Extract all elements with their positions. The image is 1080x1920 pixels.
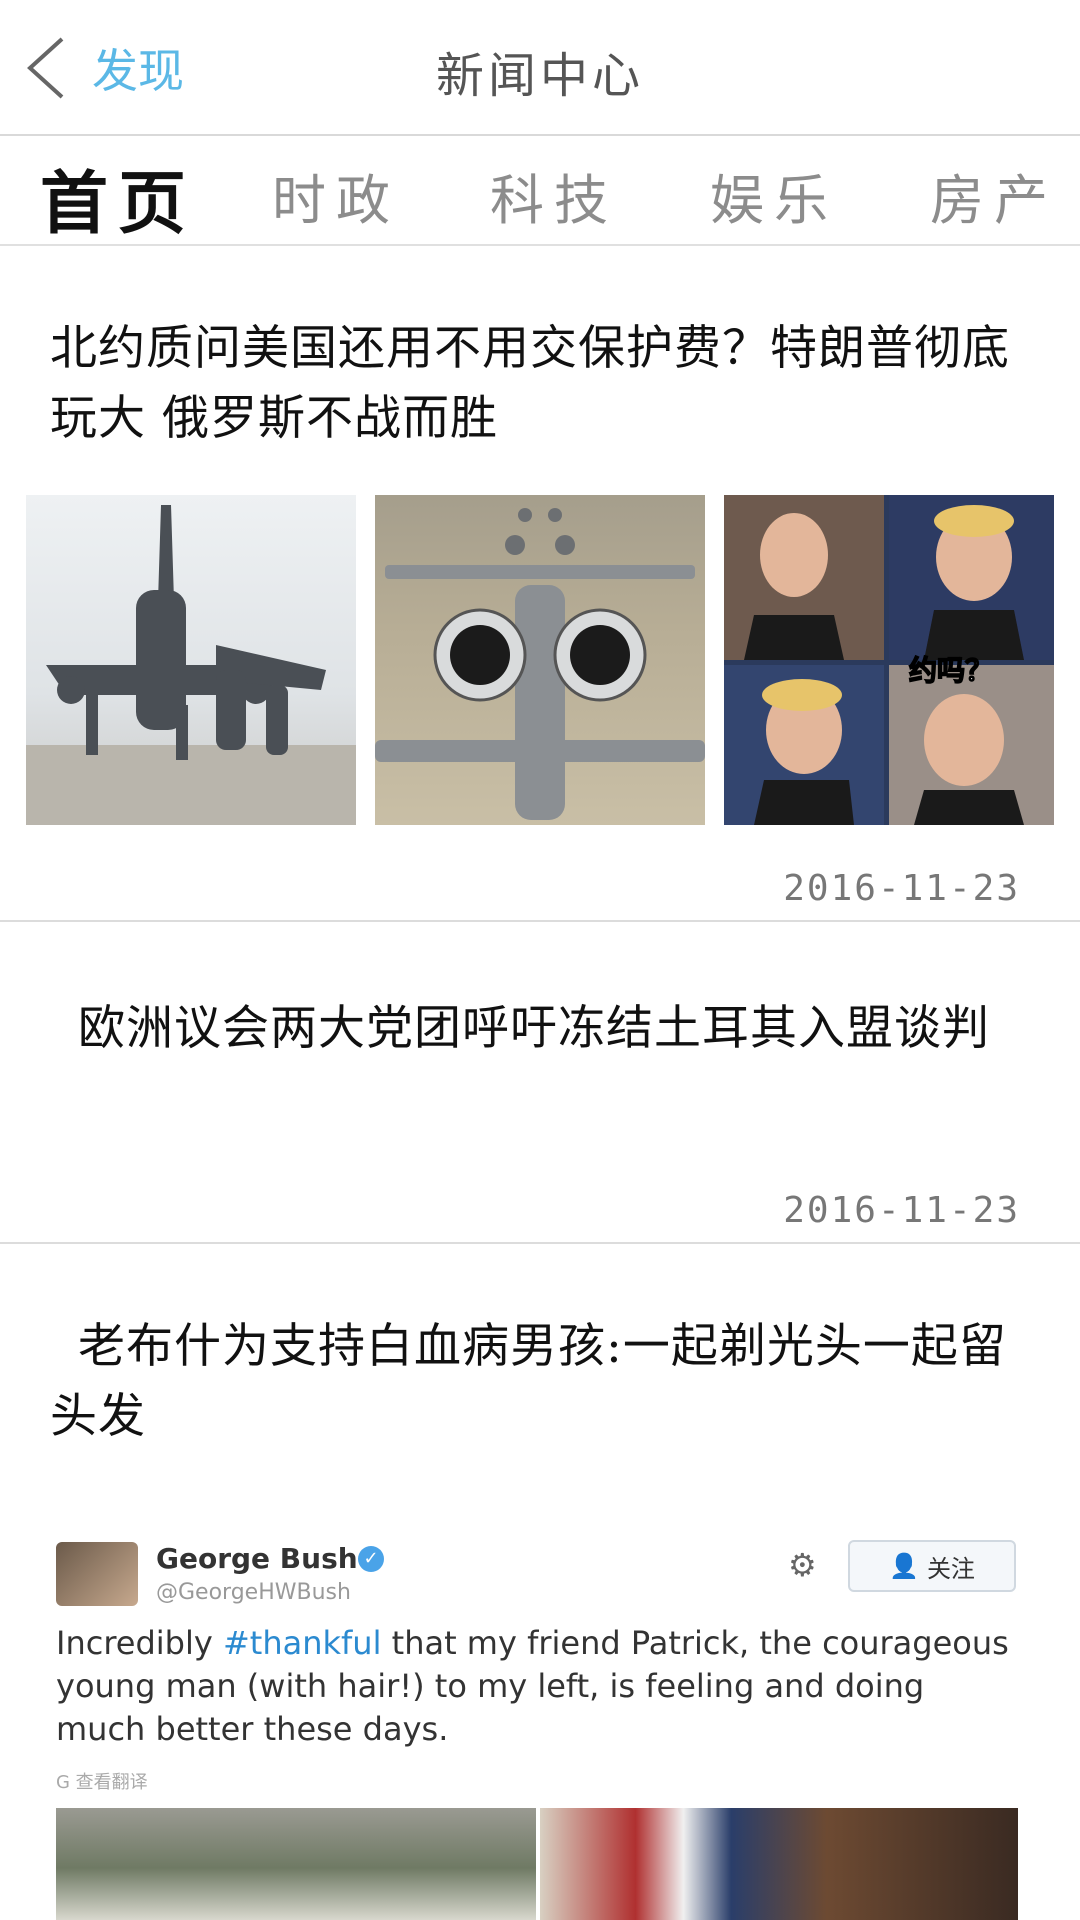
tab-politics[interactable]: 时政 [272, 156, 400, 235]
tab-tech[interactable]: 科技 [490, 156, 618, 235]
news-headline: 老布什为支持白血病男孩:一起剃光头一起留头发 [50, 1319, 1007, 1444]
avatar [56, 1542, 138, 1606]
tweet-screenshot: George Bush ✓ @GeorgeHWBush ⚙ 👤 关注 Incre… [48, 1520, 1028, 1920]
follow-button: 👤 关注 [848, 1540, 1016, 1592]
news-thumbnails: 约吗？ [26, 495, 1054, 825]
news-date: 2016-11-23 [783, 868, 1020, 909]
tweet-author-handle: @GeorgeHWBush [156, 1580, 351, 1605]
follow-label: 关注 [926, 1554, 975, 1583]
page-title: 新闻中心 [435, 48, 644, 104]
tab-real-estate[interactable]: 房产 [930, 156, 1058, 235]
tweet-author-name: George Bush [156, 1542, 358, 1575]
add-user-icon: 👤 [889, 1552, 919, 1580]
fighter-jets-image [26, 495, 356, 825]
tweet-text: Incredibly #thankful that my friend Patr… [56, 1622, 1016, 1751]
tweet-photo [56, 1808, 536, 1920]
leaders-meme-image: 约吗？ [724, 495, 1054, 825]
translate-link: G 查看翻译 [56, 1768, 148, 1794]
tab-entertainment[interactable]: 娱乐 [710, 156, 838, 235]
tweet-text-part: Incredibly [56, 1624, 223, 1662]
warplanes-lineup-image [375, 495, 705, 825]
news-headline: 欧洲议会两大党团呼吁冻结土耳其入盟谈判 [78, 1001, 990, 1056]
top-bar: 发现 新闻中心 [0, 0, 1080, 136]
category-tabs: 首页 时政 科技 娱乐 房产 [0, 138, 1080, 246]
gear-icon: ⚙ [788, 1546, 817, 1584]
translate-label: 查看翻译 [75, 1772, 148, 1793]
tweet-photo [540, 1808, 1018, 1920]
news-date: 2016-11-23 [783, 1190, 1020, 1231]
verified-badge-icon: ✓ [358, 1546, 384, 1572]
translate-icon: G [56, 1772, 76, 1793]
tweet-hashtag: #thankful [222, 1624, 382, 1662]
tab-home[interactable]: 首页 [40, 148, 196, 247]
news-headline: 北约质问美国还用不用交保护费？特朗普彻底玩大 俄罗斯不战而胜 [50, 321, 1010, 446]
meme-caption: 约吗？ [909, 654, 993, 687]
